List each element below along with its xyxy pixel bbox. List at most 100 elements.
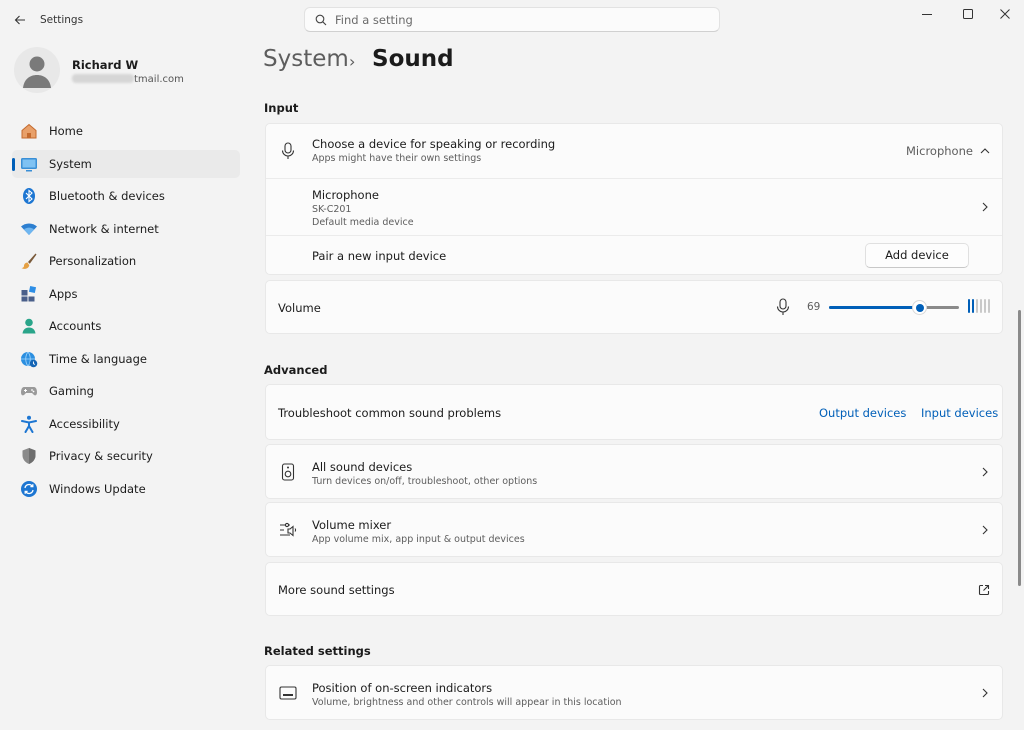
back-button[interactable] [8,8,32,32]
profile-email-suffix: tmail.com [134,74,184,85]
all-sound-devices-title: All sound devices [312,460,413,474]
minimize-button[interactable] [910,0,944,28]
accessibility-icon [20,415,38,433]
title-bar: Settings [0,0,1024,40]
level-meter-bar [976,299,978,313]
apps-icon [20,285,38,303]
chevron-right-icon [978,465,992,479]
profile-email: tmail.com [72,74,184,85]
sidebar-item-windows-update[interactable]: Windows Update [12,475,240,503]
level-meter-bar [988,299,990,313]
gamepad-icon [20,382,38,400]
sidebar-item-network[interactable]: Network & internet [12,215,240,243]
chevron-up-icon[interactable] [978,144,992,158]
sidebar-item-label: Privacy & security [49,449,153,463]
sidebar-item-gaming[interactable]: Gaming [12,377,240,405]
sidebar-item-label: Accessibility [49,417,120,431]
avatar[interactable] [14,47,60,93]
maximize-icon [963,9,973,19]
level-meter-bar [984,299,986,313]
troubleshoot-label: Troubleshoot common sound problems [278,406,502,420]
search-box[interactable] [304,7,720,32]
sidebar-item-accounts[interactable]: Accounts [12,312,240,340]
network-icon [20,220,38,238]
sidebar-item-system[interactable]: System [12,150,240,178]
search-input[interactable] [335,12,695,27]
profile-name: Richard W [72,58,139,72]
sidebar-item-privacy-security[interactable]: Privacy & security [12,442,240,470]
microphone-device-row[interactable]: Microphone SK-C201 Default media device [266,179,1002,235]
onscreen-indicators-title: Position of on-screen indicators [312,681,493,695]
device-model: SK-C201 [312,204,352,215]
microphone-mute-toggle-icon[interactable] [773,297,793,317]
device-name: Microphone [312,188,379,202]
brush-icon [20,252,38,270]
update-icon [20,480,38,498]
sidebar-item-label: Accounts [49,319,102,333]
sidebar-item-label: Time & language [49,352,147,366]
volume-mixer-card[interactable]: Volume mixer App volume mix, app input &… [265,502,1003,557]
sidebar-item-time-language[interactable]: Time & language [12,345,240,373]
sidebar-item-label: Home [49,124,83,138]
sidebar-item-home[interactable]: Home [12,117,240,145]
sidebar-item-label: System [49,157,92,171]
sidebar-item-label: Gaming [49,384,94,398]
chevron-right-icon [978,523,992,537]
close-icon [1000,9,1010,19]
app-title: Settings [40,14,84,26]
screen-position-icon [278,683,298,703]
volume-mixer-icon [278,520,298,540]
volume-value: 69 [807,301,821,313]
pair-input-device-row: Pair a new input device Add device [266,236,1002,275]
level-meter-bar [972,299,974,313]
selection-indicator [12,158,15,171]
more-sound-settings-card[interactable]: More sound settings [265,562,1003,616]
microphone-icon [278,141,298,161]
input-level-meter [968,299,990,313]
back-arrow-icon [14,15,25,25]
sidebar-item-label: Network & internet [49,222,159,236]
minimize-icon [922,14,932,15]
sidebar-item-accessibility[interactable]: Accessibility [12,410,240,438]
add-device-button[interactable]: Add device [865,243,969,268]
volume-slider-thumb[interactable] [912,300,927,315]
chevron-right-icon [978,200,992,214]
volume-label: Volume [278,301,321,315]
choose-input-device-row[interactable]: Choose a device for speaking or recordin… [266,124,1002,178]
output-devices-link[interactable]: Output devices [819,406,906,420]
chevron-right-icon [978,686,992,700]
breadcrumb-parent[interactable]: System [263,46,349,72]
sidebar-item-apps[interactable]: Apps [12,280,240,308]
breadcrumb-separator: › [349,52,356,71]
external-link-icon [977,583,991,597]
all-sound-devices-card[interactable]: All sound devices Turn devices on/off, t… [265,444,1003,499]
volume-slider[interactable] [829,300,959,315]
volume-mixer-title: Volume mixer [312,518,392,532]
shield-icon [20,447,38,465]
sidebar-item-label: Apps [49,287,78,301]
redacted-email-prefix [72,74,134,83]
choose-device-subtitle: Apps might have their own settings [312,153,482,164]
globe-clock-icon [20,350,38,368]
accounts-icon [20,317,38,335]
search-icon [315,14,327,25]
volume-slider-fill [829,306,919,309]
sidebar-item-bluetooth[interactable]: Bluetooth & devices [12,182,240,210]
scrollbar[interactable] [1018,310,1021,586]
sidebar-item-label: Personalization [49,254,137,268]
maximize-button[interactable] [951,0,985,28]
troubleshoot-card: Troubleshoot common sound problems Outpu… [265,384,1003,440]
input-devices-link[interactable]: Input devices [921,406,998,420]
level-meter-bar [980,299,982,313]
sidebar-item-personalization[interactable]: Personalization [12,247,240,275]
section-title-related: Related settings [264,644,371,658]
volume-mixer-subtitle: App volume mix, app input & output devic… [312,534,525,545]
device-status: Default media device [312,217,414,228]
more-sound-settings-label: More sound settings [278,583,395,597]
sidebar-item-label: Windows Update [49,482,146,496]
onscreen-indicators-subtitle: Volume, brightness and other controls wi… [312,697,622,708]
sidebar-item-label: Bluetooth & devices [49,189,165,203]
level-meter-bar [968,299,970,313]
onscreen-indicators-card[interactable]: Position of on-screen indicators Volume,… [265,665,1003,720]
close-button[interactable] [988,0,1022,28]
